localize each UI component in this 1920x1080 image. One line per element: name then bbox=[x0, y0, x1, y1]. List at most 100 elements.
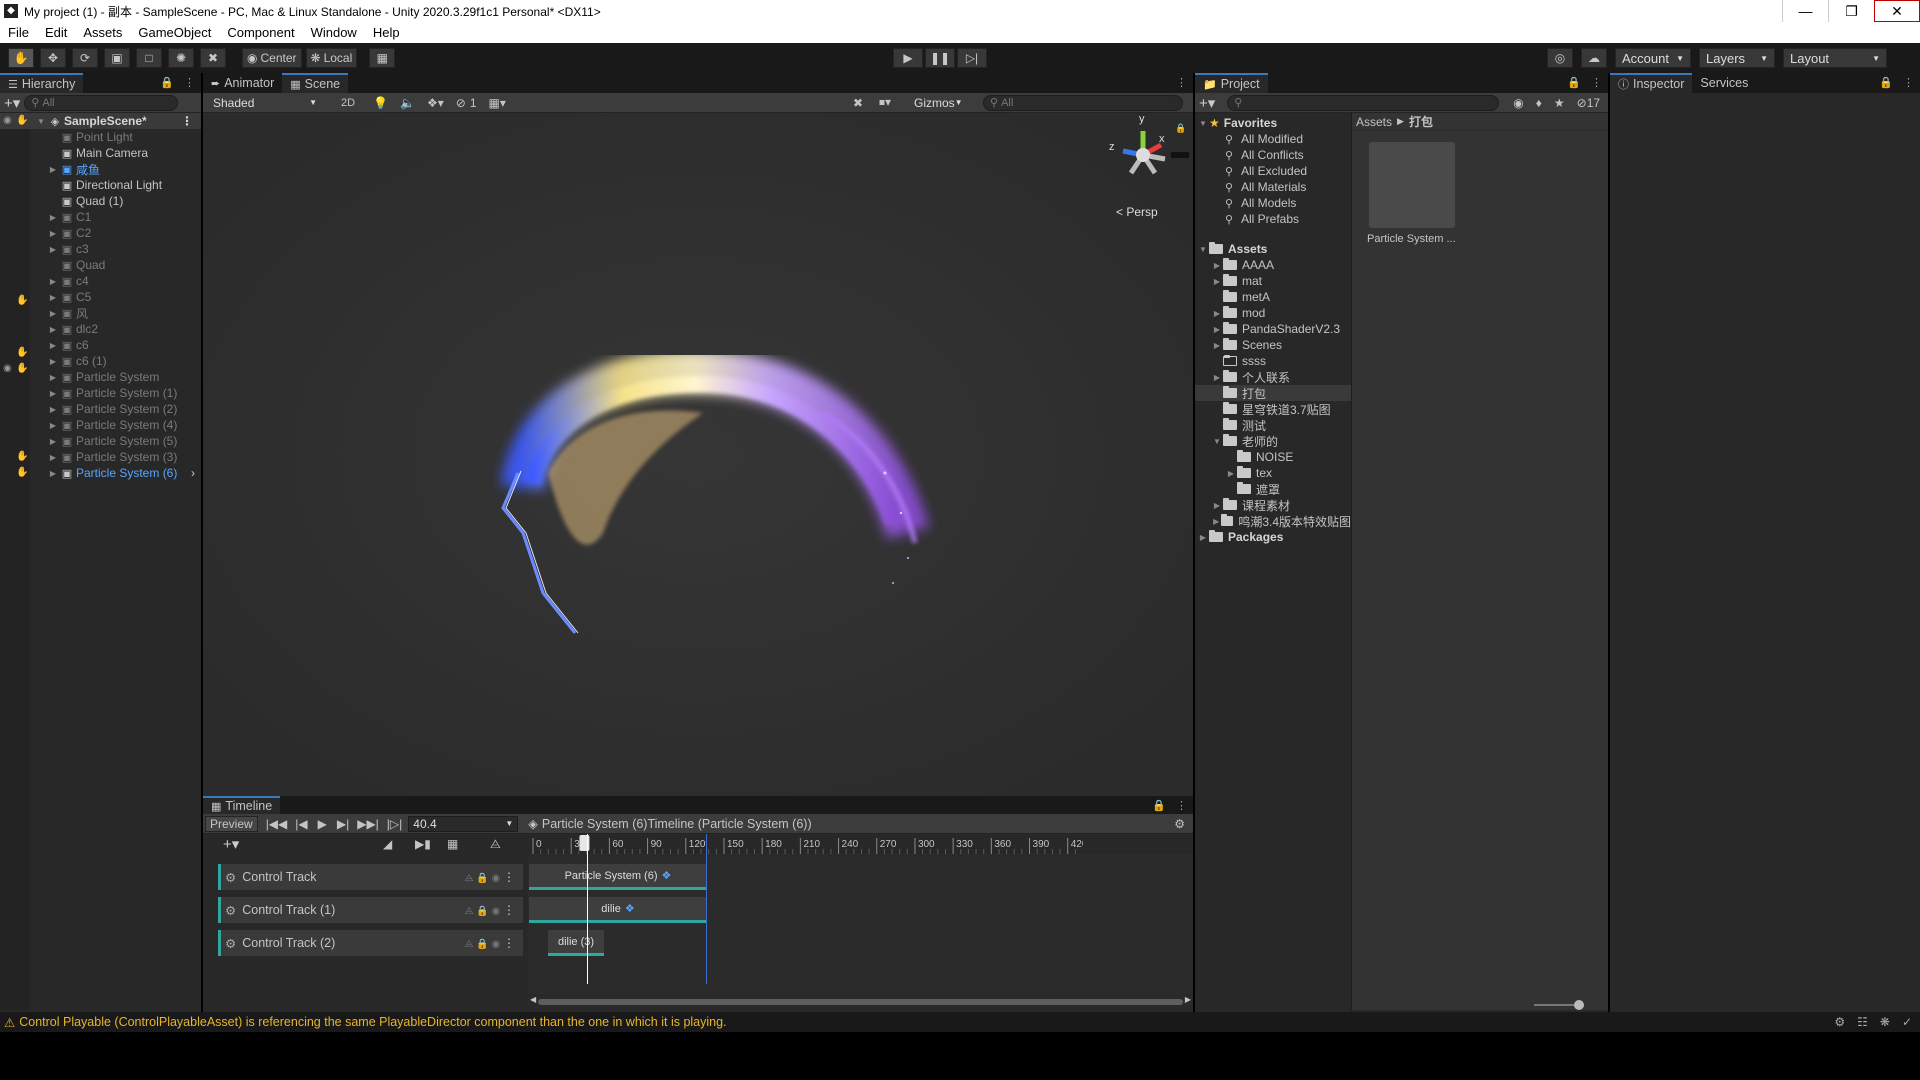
breadcrumb-assets[interactable]: Assets bbox=[1356, 115, 1392, 129]
minimize-button[interactable]: — bbox=[1782, 0, 1828, 22]
hierarchy-item[interactable]: ▶ ▣ Particle System (4) bbox=[0, 417, 201, 433]
scroll-right-icon[interactable]: ▶ bbox=[1185, 995, 1191, 1004]
tab-animator[interactable]: ➨ Animator bbox=[203, 73, 282, 93]
folder-item[interactable]: ▶ mod bbox=[1195, 305, 1351, 321]
chevron-right-icon[interactable]: ▶ bbox=[48, 277, 58, 286]
preview-button[interactable]: Preview bbox=[205, 815, 258, 832]
lock-icon[interactable]: 🔒 bbox=[1175, 123, 1186, 134]
playhead-line[interactable] bbox=[587, 834, 588, 984]
folder-item[interactable]: metA bbox=[1195, 289, 1351, 305]
folder-item[interactable]: ▶ 个人联系 bbox=[1195, 369, 1351, 385]
chevron-right-icon[interactable]: ▶ bbox=[48, 245, 58, 254]
hierarchy-item[interactable]: ▣ Directional Light bbox=[0, 177, 201, 193]
hierarchy-search-input[interactable]: ⚲ All bbox=[24, 94, 179, 111]
pick-disabled-icon[interactable]: ✋ bbox=[16, 467, 28, 478]
scene-viewport[interactable]: y x z 🔒 < Persp bbox=[203, 113, 1193, 796]
restore-button[interactable]: ❐ bbox=[1828, 0, 1874, 22]
create-add-icon[interactable]: +▾ bbox=[4, 94, 20, 112]
more-menu-icon[interactable]: ⋮ bbox=[184, 76, 195, 89]
console-status-bar[interactable]: ⚠ Control Playable (ControlPlayableAsset… bbox=[0, 1012, 1920, 1032]
packages-root[interactable]: ▶ Packages bbox=[1195, 529, 1351, 545]
step-button[interactable]: ▷| bbox=[957, 48, 987, 68]
favorite-item[interactable]: ⚲ All Models bbox=[1195, 195, 1351, 211]
play-button[interactable]: ▶ bbox=[893, 48, 923, 68]
zoom-slider-thumb[interactable] bbox=[1574, 1000, 1584, 1010]
track-controls[interactable]: ⨺ 🔒 ◉ ⋮ bbox=[465, 903, 515, 917]
pin-icon[interactable]: ⨺ bbox=[490, 837, 501, 852]
chevron-right-icon[interactable]: ▶ bbox=[1211, 341, 1223, 350]
more-menu-icon[interactable]: ⋮ bbox=[181, 114, 193, 128]
timeline-clip-2[interactable]: dilie (3) bbox=[548, 930, 604, 956]
lock-icon[interactable]: 🔒 bbox=[1152, 799, 1166, 812]
go-to-start-icon[interactable]: |◀◀ bbox=[266, 817, 288, 831]
collab-icon[interactable]: ◎ bbox=[1547, 48, 1573, 68]
favorites-header[interactable]: ▼ ★ Favorites bbox=[1195, 115, 1351, 131]
chevron-right-icon[interactable]: ▶ bbox=[48, 437, 58, 446]
lock-icon[interactable]: 🔒 bbox=[160, 76, 174, 89]
folder-item[interactable]: 测试 bbox=[1195, 417, 1351, 433]
hierarchy-item[interactable]: ▶ ▣ Particle System bbox=[0, 369, 201, 385]
frame-input[interactable]: 40.4 ▼ bbox=[408, 815, 519, 832]
favorite-item[interactable]: ⚲ All Prefabs bbox=[1195, 211, 1351, 227]
tab-services[interactable]: Services bbox=[1692, 73, 1756, 93]
track-controls[interactable]: ⨺ 🔒 ◉ ⋮ bbox=[465, 870, 515, 884]
hierarchy-item[interactable]: ▶ ▣ dlc2 bbox=[0, 321, 201, 337]
tools-icon[interactable]: ✖ bbox=[853, 96, 863, 110]
scene-root-row[interactable]: ▼ ◈ SampleScene* ⋮ bbox=[0, 113, 201, 129]
visibility-eye-icon[interactable]: ◉ bbox=[3, 363, 12, 374]
chevron-right-icon[interactable]: ▶ bbox=[1211, 261, 1223, 270]
open-prefab-chevron-icon[interactable]: › bbox=[191, 466, 195, 480]
menu-help[interactable]: Help bbox=[365, 25, 408, 40]
pick-disabled-icon[interactable]: ✋ bbox=[16, 347, 28, 358]
hierarchy-item[interactable]: ▶ ▣ c6 bbox=[0, 337, 201, 353]
hand-tool-icon[interactable]: ✋ bbox=[8, 48, 34, 68]
rotate-tool-icon[interactable]: ⟳ bbox=[72, 48, 98, 68]
asset-thumbnail[interactable] bbox=[1369, 142, 1455, 228]
folder-item[interactable]: ▶ Scenes bbox=[1195, 337, 1351, 353]
hierarchy-item[interactable]: ▶ ▣ 风 bbox=[0, 305, 201, 321]
tab-scene[interactable]: ▦ Scene bbox=[282, 73, 349, 93]
tab-timeline[interactable]: ▦ Timeline bbox=[203, 796, 281, 814]
folder-item[interactable]: ▶ 课程素材 bbox=[1195, 497, 1351, 513]
hierarchy-item[interactable]: ▶ ▣ C1 bbox=[0, 209, 201, 225]
custom-tool-icon[interactable]: ✖ bbox=[200, 48, 226, 68]
transform-tool-icon[interactable]: ✺ bbox=[168, 48, 194, 68]
mode-2d-toggle[interactable]: 2D bbox=[341, 97, 355, 109]
lock-icon[interactable]: 🔒 bbox=[1567, 76, 1581, 89]
hierarchy-item[interactable]: ▶ ▣ Particle System (1) bbox=[0, 385, 201, 401]
folder-item[interactable]: ▶ AAAA bbox=[1195, 257, 1351, 273]
layers-dropdown[interactable]: Layers ▼ bbox=[1699, 48, 1775, 68]
lighting-icon[interactable]: 💡 bbox=[373, 96, 388, 110]
hidden-packages-icon[interactable]: ⊘17 bbox=[1577, 96, 1600, 110]
chevron-right-icon[interactable]: ▶ bbox=[1211, 325, 1223, 334]
orientation-gizmo[interactable]: y x z 🔒 bbox=[1103, 113, 1189, 199]
chevron-right-icon[interactable]: ▶ bbox=[48, 389, 58, 398]
create-add-icon[interactable]: +▾ bbox=[1199, 94, 1215, 112]
chevron-right-icon[interactable]: ▶ bbox=[1211, 277, 1223, 286]
chevron-right-icon[interactable]: ▶ bbox=[1225, 469, 1237, 478]
menu-window[interactable]: Window bbox=[303, 25, 365, 40]
debug-icon[interactable]: ❋ bbox=[1880, 1015, 1890, 1029]
director-breadcrumb[interactable]: ◈ Particle System (6)Timeline (Particle S… bbox=[528, 816, 811, 832]
chevron-right-icon[interactable]: ▶ bbox=[1211, 373, 1223, 382]
favorite-item[interactable]: ⚲ All Materials bbox=[1195, 179, 1351, 195]
cache-icon[interactable]: ☷ bbox=[1857, 1015, 1868, 1029]
projection-toggle[interactable]: < Persp bbox=[1116, 205, 1158, 219]
scene-search-input[interactable]: ⚲ All bbox=[983, 94, 1183, 111]
chevron-right-icon[interactable]: ▶ bbox=[1211, 309, 1223, 318]
hierarchy-item[interactable]: ▣ Quad (1) bbox=[0, 193, 201, 209]
hierarchy-item[interactable]: ▣ Main Camera bbox=[0, 145, 201, 161]
audio-icon[interactable]: 🔈 bbox=[400, 96, 415, 110]
menu-gameobject[interactable]: GameObject bbox=[130, 25, 219, 40]
gizmos-dropdown[interactable]: Gizmos ▼ bbox=[908, 94, 966, 111]
layout-dropdown[interactable]: Layout ▼ bbox=[1783, 48, 1887, 68]
chevron-right-icon[interactable]: ▶ bbox=[48, 165, 58, 174]
folder-item[interactable]: ▶ PandaShaderV2.3 bbox=[1195, 321, 1351, 337]
chevron-right-icon[interactable]: ▶ bbox=[48, 341, 58, 350]
effects-icon[interactable]: ❖▾ bbox=[427, 96, 444, 110]
assets-root[interactable]: ▼ Assets bbox=[1195, 241, 1351, 257]
folder-item[interactable]: ssss bbox=[1195, 353, 1351, 369]
pick-disabled-icon[interactable]: ✋ bbox=[16, 295, 28, 306]
hierarchy-item[interactable]: ▶ ▣ C2 bbox=[0, 225, 201, 241]
favorite-item[interactable]: ⚲ All Excluded bbox=[1195, 163, 1351, 179]
